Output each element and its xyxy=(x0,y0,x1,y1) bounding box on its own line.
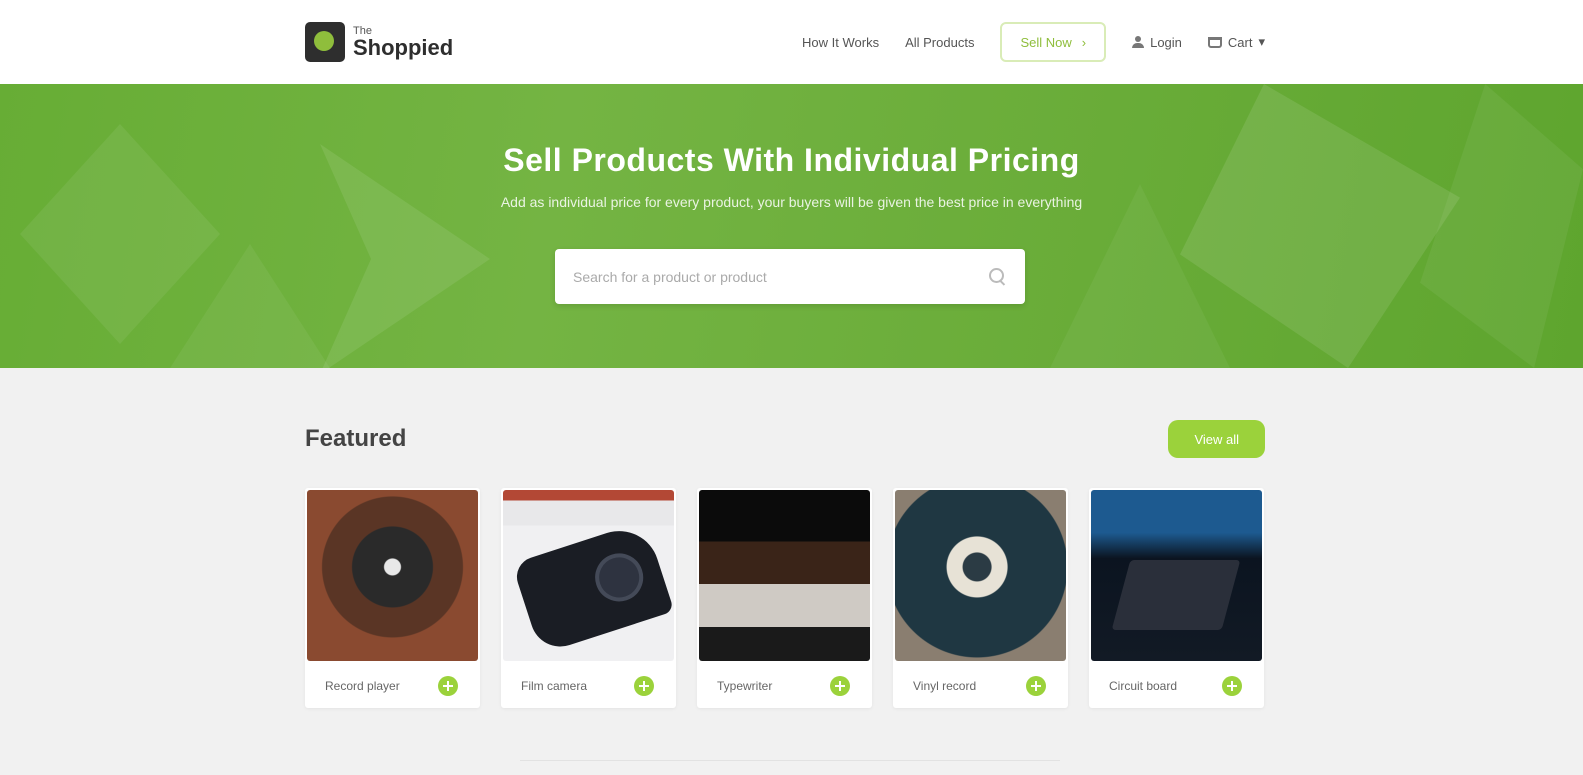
add-to-cart-icon[interactable] xyxy=(830,676,850,696)
add-to-cart-icon[interactable] xyxy=(438,676,458,696)
site-logo[interactable]: The Shoppied xyxy=(305,16,455,68)
hero-subtitle: Add as individual price for every produc… xyxy=(500,194,1083,210)
hero-title: Sell Products With Individual Pricing xyxy=(503,142,1080,178)
turntable-image[interactable] xyxy=(307,490,478,661)
product-card[interactable]: Record player xyxy=(305,488,480,708)
featured-title: Featured xyxy=(305,425,407,452)
product-name[interactable]: Vinyl record xyxy=(913,679,976,693)
product-card[interactable]: Vinyl record xyxy=(893,488,1068,708)
chevron-down-icon: ▾ xyxy=(1258,34,1265,49)
search-input[interactable] xyxy=(573,268,989,285)
product-name[interactable]: Film camera xyxy=(521,679,587,693)
nav-how-it-works[interactable]: How It Works xyxy=(802,35,879,50)
product-name[interactable]: Typewriter xyxy=(717,679,772,693)
hero-decoration xyxy=(170,244,330,368)
product-card[interactable]: Film camera xyxy=(501,488,676,708)
main-nav: How It Works All Products Sell Now › Log… xyxy=(802,22,1265,62)
product-card[interactable]: Typewriter xyxy=(697,488,872,708)
typewriter-image[interactable] xyxy=(699,490,870,661)
chevron-right-icon: › xyxy=(1081,34,1087,50)
hero-decoration xyxy=(1420,84,1583,368)
search-icon[interactable] xyxy=(989,267,1007,286)
add-to-cart-icon[interactable] xyxy=(1222,676,1242,696)
camera-shape xyxy=(511,520,674,655)
logo-icon xyxy=(305,22,345,62)
login-label: Login xyxy=(1150,34,1182,50)
nav-all-products[interactable]: All Products xyxy=(905,35,974,50)
circuit-board-shape xyxy=(1111,560,1241,630)
product-card-footer: Circuit board xyxy=(1089,664,1264,708)
cart-label: Cart xyxy=(1227,34,1253,50)
view-all-button[interactable]: View all xyxy=(1168,420,1265,458)
cart-icon xyxy=(1207,36,1222,48)
hero-banner: Sell Products With Individual Pricing Ad… xyxy=(0,84,1583,368)
logo-big-text: Shoppied xyxy=(353,34,454,60)
add-to-cart-icon[interactable] xyxy=(634,676,654,696)
site-header: The Shoppied How It Works All Products S… xyxy=(0,0,1583,84)
product-card-footer: Vinyl record xyxy=(893,664,1068,708)
cart-link[interactable]: Cart ▾ xyxy=(1207,34,1265,50)
featured-products: Record player Film camera Typewriter Vin… xyxy=(305,488,1265,710)
featured-header: Featured View all xyxy=(305,418,1265,460)
camera-image[interactable] xyxy=(503,490,674,661)
product-card-footer: Film camera xyxy=(501,664,676,708)
sell-now-label: Sell Now xyxy=(1020,34,1072,50)
login-link[interactable]: Login xyxy=(1132,35,1182,50)
user-icon xyxy=(1132,36,1145,48)
product-card-footer: Typewriter xyxy=(697,664,872,708)
logo-wordmark: The Shoppied xyxy=(353,25,454,60)
circuit-image[interactable] xyxy=(1091,490,1262,661)
sell-now-button[interactable]: Sell Now › xyxy=(1000,22,1107,62)
section-divider xyxy=(520,760,1060,761)
add-to-cart-icon[interactable] xyxy=(1026,676,1046,696)
product-name[interactable]: Record player xyxy=(325,679,400,693)
product-search-box xyxy=(555,249,1025,304)
product-name[interactable]: Circuit board xyxy=(1109,679,1177,693)
product-card[interactable]: Circuit board xyxy=(1089,488,1264,708)
product-card-footer: Record player xyxy=(305,664,480,708)
vinyl-image[interactable] xyxy=(895,490,1066,661)
hero-decoration xyxy=(1180,84,1460,368)
